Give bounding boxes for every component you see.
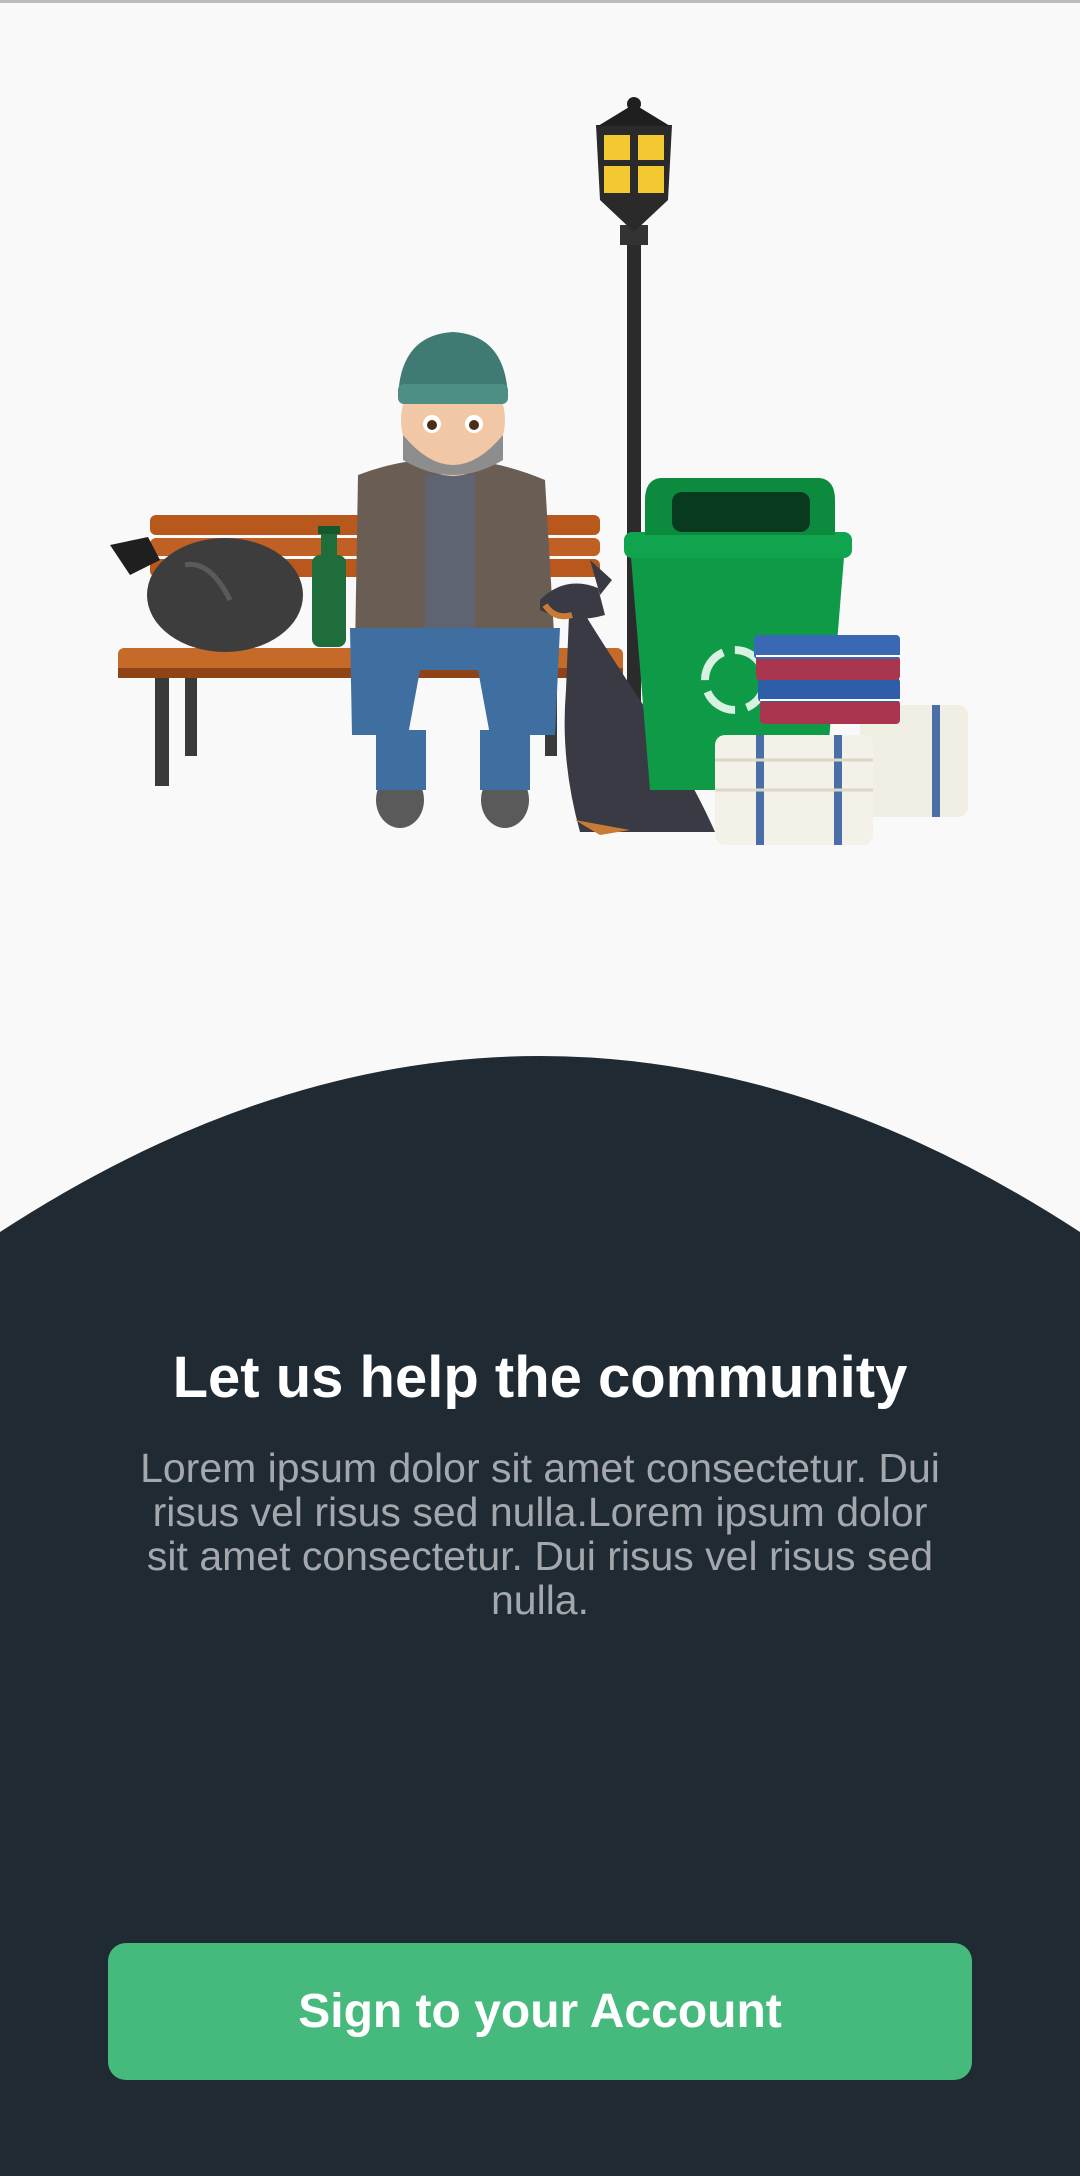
sign-in-button[interactable]: Sign to your Account [108, 1943, 972, 2080]
onboarding-description: Lorem ipsum dolor sit amet consectetur. … [140, 1445, 940, 1623]
dark-curved-panel [0, 1056, 1080, 2176]
onboarding-title: Let us help the community [172, 1345, 908, 1410]
